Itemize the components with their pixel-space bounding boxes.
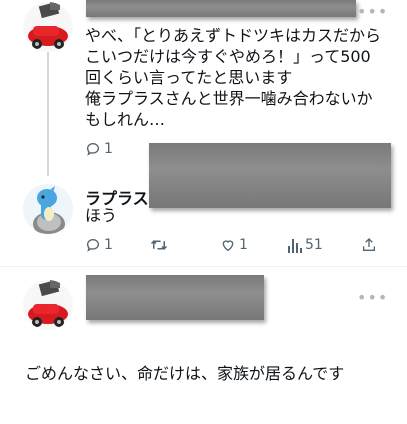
avatar-car-user[interactable]	[23, 280, 73, 330]
redacted-header	[86, 0, 356, 17]
like-button[interactable]: 1	[220, 237, 248, 253]
reply-count: 1	[104, 141, 113, 157]
reply-button[interactable]: 1	[85, 141, 113, 157]
retweet-icon	[150, 240, 168, 250]
more-icon[interactable]: •••	[357, 288, 388, 307]
divider	[0, 266, 407, 267]
reply-button[interactable]: 1	[85, 237, 113, 253]
views-icon	[288, 239, 302, 253]
avatar-car-user[interactable]	[23, 2, 73, 52]
share-icon	[363, 238, 375, 251]
tweet-text: やべ、「とりあえずトドツキはカスだからこいつだけは今すぐやめろ！」って500回く…	[85, 26, 382, 129]
avatar-lapras[interactable]	[23, 184, 73, 234]
view-count: 51	[305, 237, 323, 253]
tweet-text: ごめんなさい、命だけは、家族が居るんです	[25, 364, 345, 383]
redacted-block	[149, 143, 391, 208]
share-button[interactable]	[361, 237, 377, 253]
reply-icon	[86, 142, 100, 156]
reply-icon	[86, 238, 100, 252]
reply-count: 1	[104, 237, 113, 253]
redacted-header	[86, 275, 264, 320]
tweet-text: ほう	[85, 206, 118, 225]
more-icon[interactable]: •••	[357, 2, 388, 21]
views-button[interactable]: 51	[288, 237, 323, 253]
like-count: 1	[239, 237, 248, 253]
retweet-button[interactable]	[150, 237, 168, 253]
like-icon	[222, 240, 234, 252]
thread-line	[47, 52, 49, 176]
